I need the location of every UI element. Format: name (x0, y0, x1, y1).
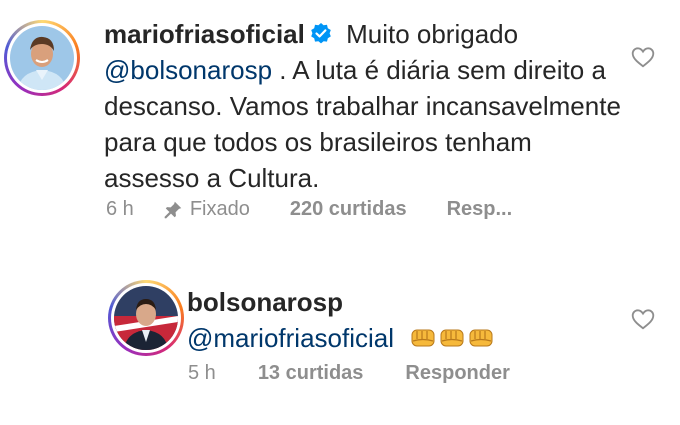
comment-meta: 6 h Fixado 220 curtidas Resp... (106, 198, 512, 221)
reply-button[interactable]: Responder (405, 362, 509, 385)
timestamp: 5 h (188, 362, 216, 384)
oncoming-fist-emoji (410, 322, 436, 347)
comment-mariofriasoficial: mariofriasoficial Muito obrigado @bolson… (0, 0, 680, 240)
comment-bolsonarosp: bolsonarosp @mariofriasoficial 5 h 13 cu… (0, 270, 680, 420)
heart-icon[interactable] (630, 306, 656, 332)
avatar[interactable] (4, 20, 80, 96)
heart-icon[interactable] (630, 44, 656, 70)
username[interactable]: mariofriasoficial (104, 19, 305, 49)
oncoming-fist-emoji (468, 322, 494, 347)
username[interactable]: bolsonarosp (187, 284, 587, 320)
fist-emoji-group (407, 323, 494, 353)
timestamp: 6 h (106, 198, 134, 220)
comment-text: bolsonarosp @mariofriasoficial (187, 284, 587, 356)
oncoming-fist-emoji (439, 322, 465, 347)
likes-count[interactable]: 13 curtidas (258, 362, 364, 385)
comment-text-part: Muito obrigado (338, 19, 519, 49)
comment-text: mariofriasoficial Muito obrigado @bolson… (104, 16, 624, 196)
verified-badge-icon (309, 19, 333, 44)
mention-link[interactable]: @bolsonarosp (104, 55, 272, 85)
pinned-label: Fixado (189, 198, 250, 220)
likes-count[interactable]: 220 curtidas (290, 198, 407, 221)
avatar[interactable] (108, 280, 184, 356)
comment-meta: 5 h 13 curtidas Responder (188, 362, 510, 385)
pin-icon (162, 199, 184, 221)
mention-link[interactable]: @mariofriasoficial (187, 323, 394, 353)
reply-button[interactable]: Resp... (447, 198, 513, 221)
